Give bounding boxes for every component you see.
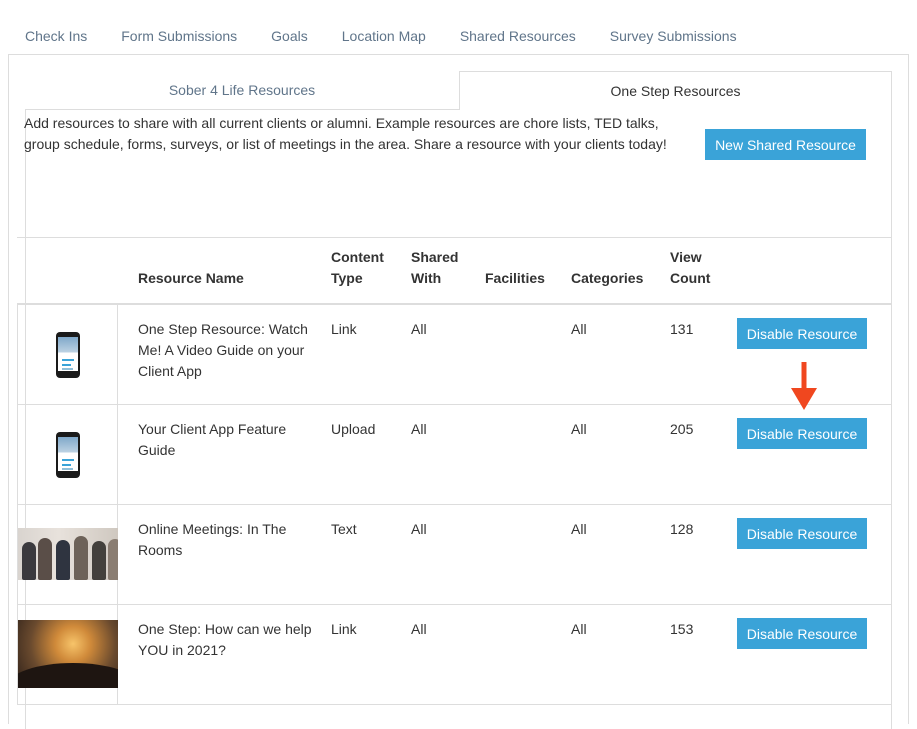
disable-resource-button[interactable]: Disable Resource <box>737 618 867 649</box>
resource-name[interactable]: Online Meetings: In The Rooms <box>138 519 313 561</box>
content-type: Text <box>331 521 357 537</box>
shared-with: All <box>411 421 427 437</box>
header-resource-name[interactable]: Resource Name <box>138 268 244 289</box>
new-shared-resource-button[interactable]: New Shared Resource <box>705 129 866 160</box>
disable-resource-button[interactable]: Disable Resource <box>737 318 867 349</box>
tab-form-submissions[interactable]: Form Submissions <box>104 20 254 54</box>
shared-with: All <box>411 621 427 637</box>
view-count: 205 <box>670 421 694 437</box>
tab-goals[interactable]: Goals <box>254 20 325 54</box>
view-count: 131 <box>670 321 694 337</box>
tab-survey-submissions[interactable]: Survey Submissions <box>593 20 754 54</box>
resource-thumbnail <box>17 605 118 705</box>
table-row: One Step: How can we help YOU in 2021? L… <box>17 605 892 705</box>
top-tab-bar: Check Ins Form Submissions Goals Locatio… <box>8 20 754 54</box>
content-type: Link <box>331 321 357 337</box>
resource-name[interactable]: One Step Resource: Watch Me! A Video Gui… <box>138 319 313 382</box>
header-content-type[interactable]: Content Type <box>331 247 401 289</box>
categories: All <box>571 621 587 637</box>
tab-location-map[interactable]: Location Map <box>325 20 443 54</box>
shared-with: All <box>411 521 427 537</box>
resource-name[interactable]: One Step: How can we help YOU in 2021? <box>138 619 313 661</box>
table-row: One Step Resource: Watch Me! A Video Gui… <box>17 305 892 405</box>
tab-sober-4-life-resources[interactable]: Sober 4 Life Resources <box>25 71 459 110</box>
resources-table: Resource Name Content Type Shared With F… <box>17 237 892 705</box>
resource-thumbnail <box>17 505 118 605</box>
tab-check-ins[interactable]: Check Ins <box>8 20 104 54</box>
disable-resource-button[interactable]: Disable Resource <box>737 418 867 449</box>
header-view-count[interactable]: View Count <box>670 247 730 289</box>
arrow-down-icon <box>791 362 817 410</box>
disable-resource-button[interactable]: Disable Resource <box>737 518 867 549</box>
header-facilities[interactable]: Facilities <box>485 268 545 289</box>
resource-name[interactable]: Your Client App Feature Guide <box>138 419 313 461</box>
sunset-helping-hand-photo <box>18 620 118 688</box>
content-type: Upload <box>331 421 376 437</box>
resource-thumbnail <box>17 305 118 405</box>
categories: All <box>571 321 587 337</box>
header-shared-with[interactable]: Shared With <box>411 247 471 289</box>
view-count: 128 <box>670 521 694 537</box>
phone-app-icon <box>56 332 80 378</box>
table-header: Resource Name Content Type Shared With F… <box>17 237 892 305</box>
header-categories[interactable]: Categories <box>571 268 643 289</box>
shared-with: All <box>411 321 427 337</box>
resource-thumbnail <box>17 405 118 505</box>
resource-source-tabs: Sober 4 Life Resources One Step Resource… <box>25 71 892 110</box>
tab-one-step-resources[interactable]: One Step Resources <box>459 71 892 110</box>
categories: All <box>571 521 587 537</box>
tab-shared-resources[interactable]: Shared Resources <box>443 20 593 54</box>
intro-text: Add resources to share with all current … <box>24 115 667 152</box>
categories: All <box>571 421 587 437</box>
table-row: Your Client App Feature Guide Upload All… <box>17 405 892 505</box>
table-row: Online Meetings: In The Rooms Text All A… <box>17 505 892 605</box>
view-count: 153 <box>670 621 694 637</box>
phone-app-icon <box>56 432 80 478</box>
content-type: Link <box>331 621 357 637</box>
group-meeting-photo <box>18 528 118 580</box>
